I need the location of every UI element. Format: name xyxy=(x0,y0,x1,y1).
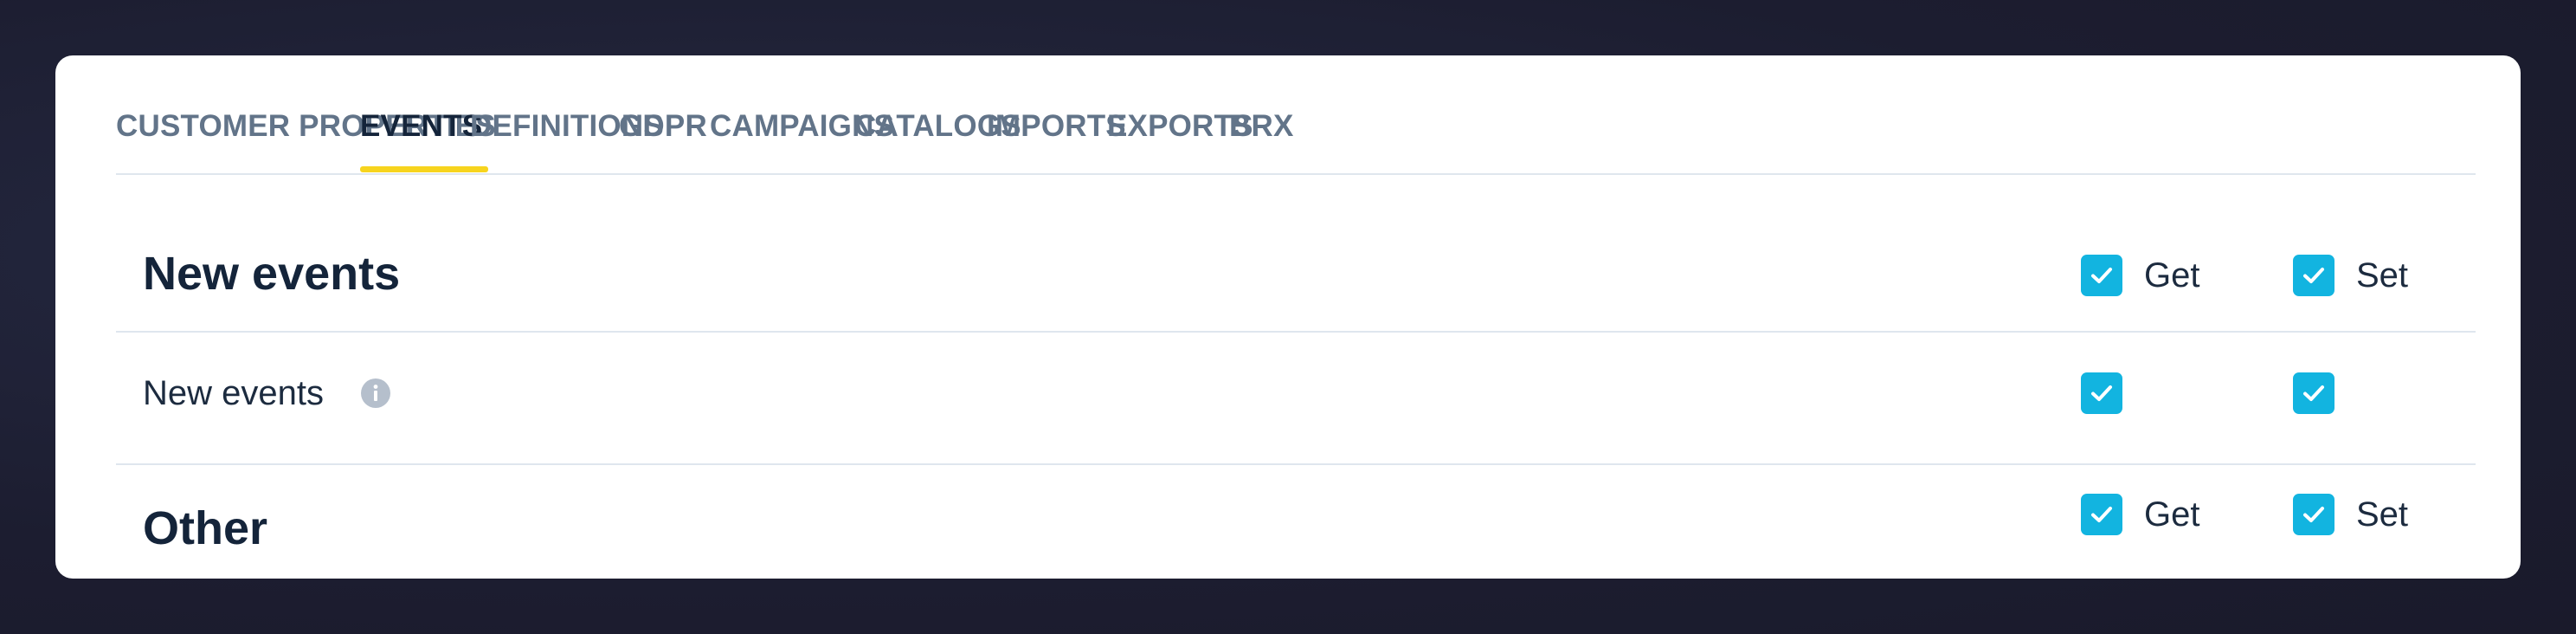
row-new-events-get-checkbox[interactable] xyxy=(2081,372,2122,414)
section-title-other: Other xyxy=(143,502,268,554)
checkmark-icon xyxy=(2303,268,2324,283)
divider xyxy=(116,463,2476,465)
row-label-new-events: New events xyxy=(143,374,324,412)
section-new-events-get-checkbox[interactable] xyxy=(2081,255,2122,296)
checkmark-icon xyxy=(2091,268,2112,283)
set-label: Set xyxy=(2356,256,2409,294)
tab-gdpr[interactable]: GDPR xyxy=(619,109,707,144)
checkmark-icon xyxy=(2091,385,2112,401)
section-other-get-checkbox[interactable] xyxy=(2081,494,2122,535)
get-label: Get xyxy=(2144,495,2200,534)
set-label: Set xyxy=(2356,495,2409,534)
section-new-events-set-checkbox[interactable] xyxy=(2293,255,2334,296)
checkmark-icon xyxy=(2303,507,2324,522)
checkmark-icon xyxy=(2303,385,2324,401)
tab-bar: CUSTOMER PROPERTIES EVENTS DEFINITIONS G… xyxy=(116,55,2476,175)
divider xyxy=(116,331,2476,333)
checkmark-icon xyxy=(2091,507,2112,522)
row-new-events-set-checkbox[interactable] xyxy=(2293,372,2334,414)
tab-brx[interactable]: BRX xyxy=(1229,109,1294,144)
section-other-set-checkbox[interactable] xyxy=(2293,494,2334,535)
section-title-new-events: New events xyxy=(143,248,401,300)
active-tab-indicator xyxy=(360,166,488,172)
tab-events[interactable]: EVENTS xyxy=(360,109,482,144)
tab-imports[interactable]: IMPORTS xyxy=(987,109,1126,144)
permissions-card: CUSTOMER PROPERTIES EVENTS DEFINITIONS G… xyxy=(55,55,2521,579)
get-label: Get xyxy=(2144,256,2200,294)
info-icon[interactable] xyxy=(360,378,391,409)
